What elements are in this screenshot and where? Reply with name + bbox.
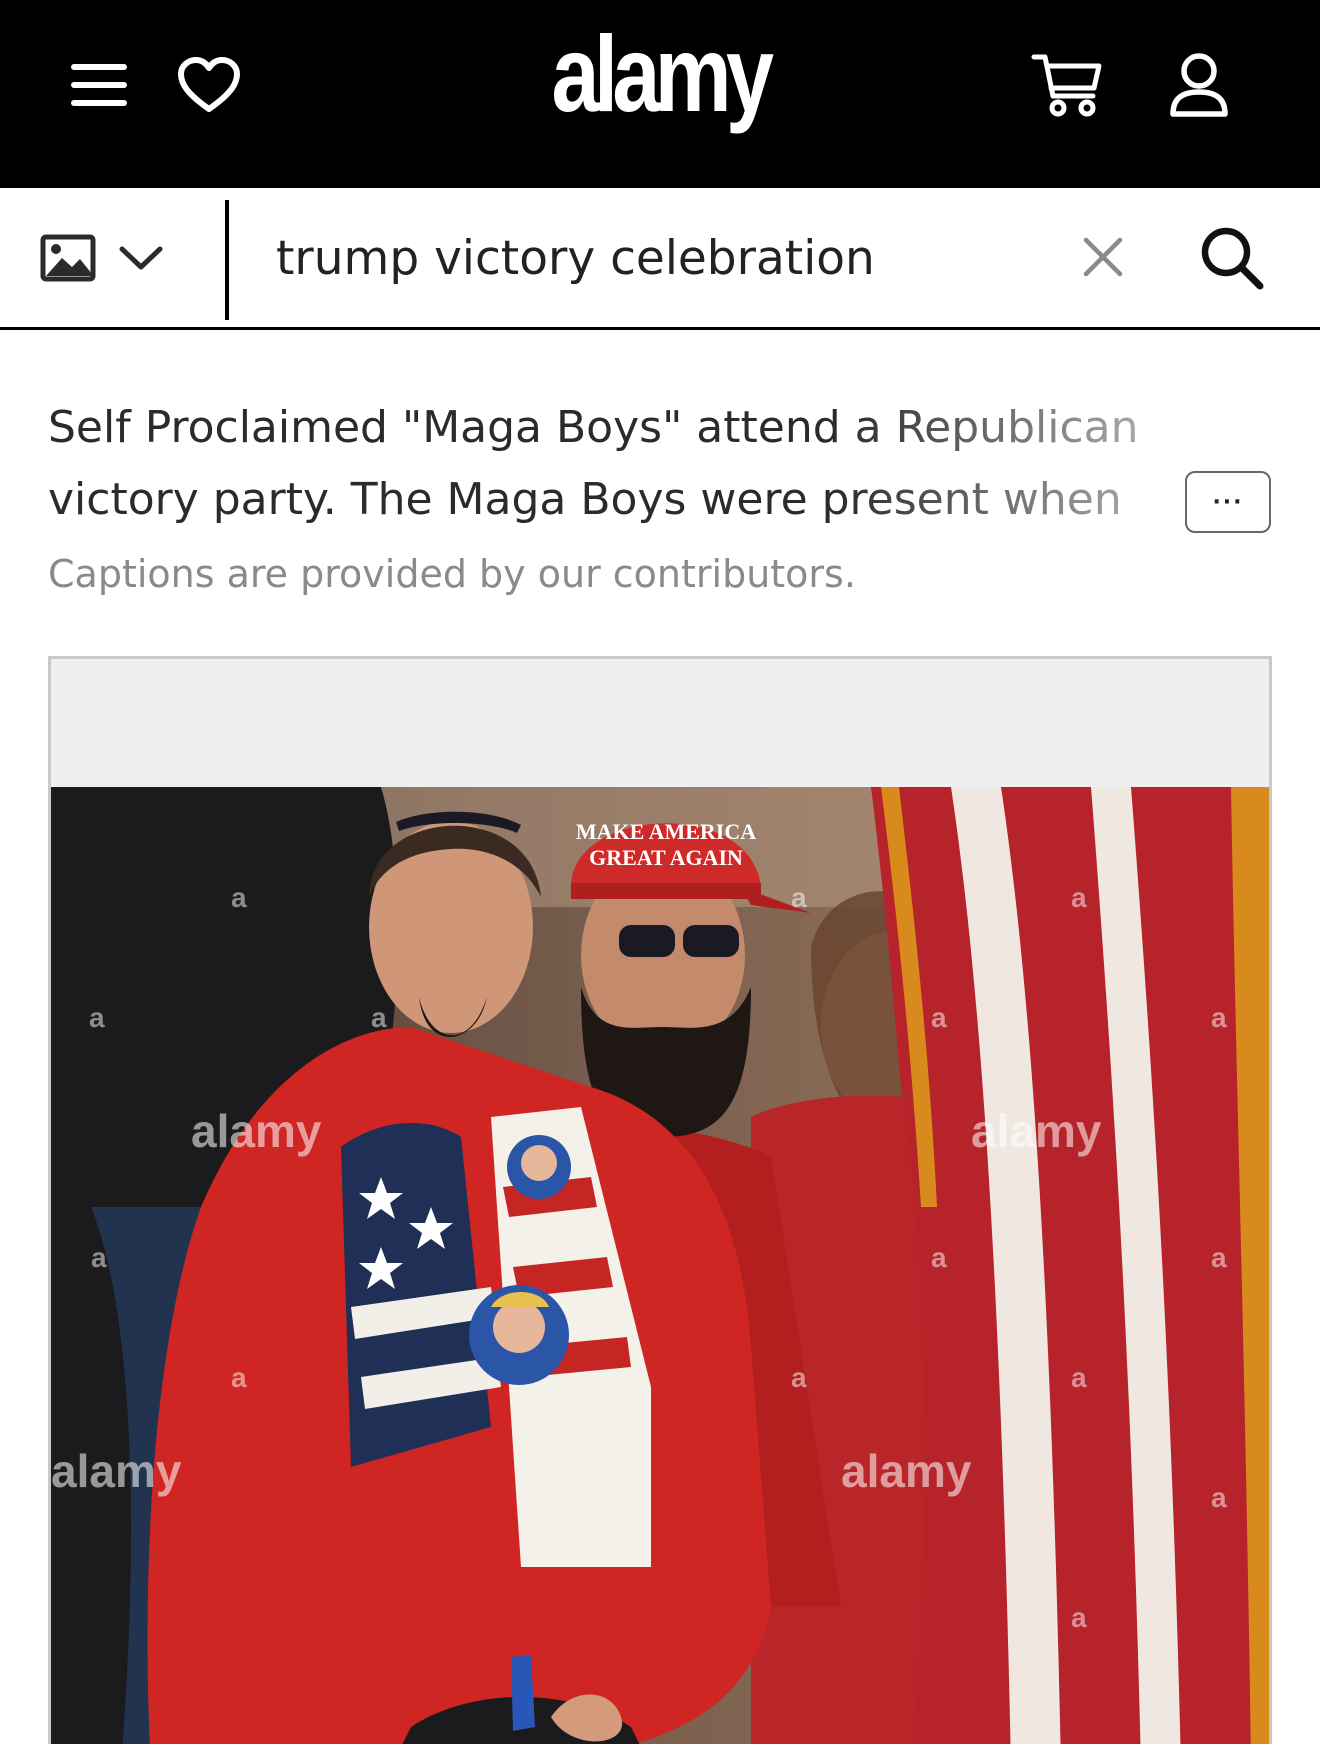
watermark: alamy [841,1445,972,1497]
close-icon [1082,236,1124,282]
photo-preview[interactable]: MAKE AMERICA GREAT AGAIN alamy alamy ala… [51,787,1271,1744]
caption-note: Captions are provided by our contributor… [48,552,856,596]
watermark: alamy [971,1105,1102,1157]
watermark-mark: a [89,1002,105,1033]
watermark-mark: a [931,1002,947,1033]
search-button[interactable] [1196,224,1268,296]
search-bar [0,188,1320,330]
user-icon[interactable] [1166,52,1232,118]
watermark-mark: a [791,1362,807,1393]
clear-search-button[interactable] [1076,232,1130,286]
watermark-mark: a [791,882,807,913]
watermark-mark: a [91,1242,107,1273]
menu-icon[interactable] [66,52,132,118]
search-divider [225,200,229,320]
watermark-mark: a [231,882,247,913]
image-preview-frame[interactable]: MAKE AMERICA GREAT AGAIN alamy alamy ala… [48,656,1272,1744]
watermark-mark: a [231,1362,247,1393]
search-input[interactable] [276,218,1046,298]
watermark-mark: a [1071,1362,1087,1393]
watermark-mark: a [371,1002,387,1033]
watermark-mark: a [1211,1002,1227,1033]
watermark: alamy [51,1445,182,1497]
search-icon [1199,225,1265,295]
watermark-mark: a [1071,1602,1087,1633]
expand-caption-button[interactable]: ··· [1185,471,1271,533]
image-caption: Self Proclaimed "Maga Boys" attend a Rep… [48,402,1139,525]
watermark: alamy [191,1105,322,1157]
chevron-down-icon [118,244,164,276]
cart-icon[interactable] [1030,52,1104,118]
watermark-mark: a [1211,1482,1227,1513]
cap-text-line2: GREAT AGAIN [589,845,743,870]
image-icon [40,234,96,286]
cap-text-line1: MAKE AMERICA [576,819,756,844]
watermark-mark: a [1211,1242,1227,1273]
watermark-mark: a [1071,882,1087,913]
media-type-dropdown[interactable] [40,224,190,296]
top-navigation-bar: alamy [0,0,1320,188]
watermark-mark: a [931,1242,947,1273]
